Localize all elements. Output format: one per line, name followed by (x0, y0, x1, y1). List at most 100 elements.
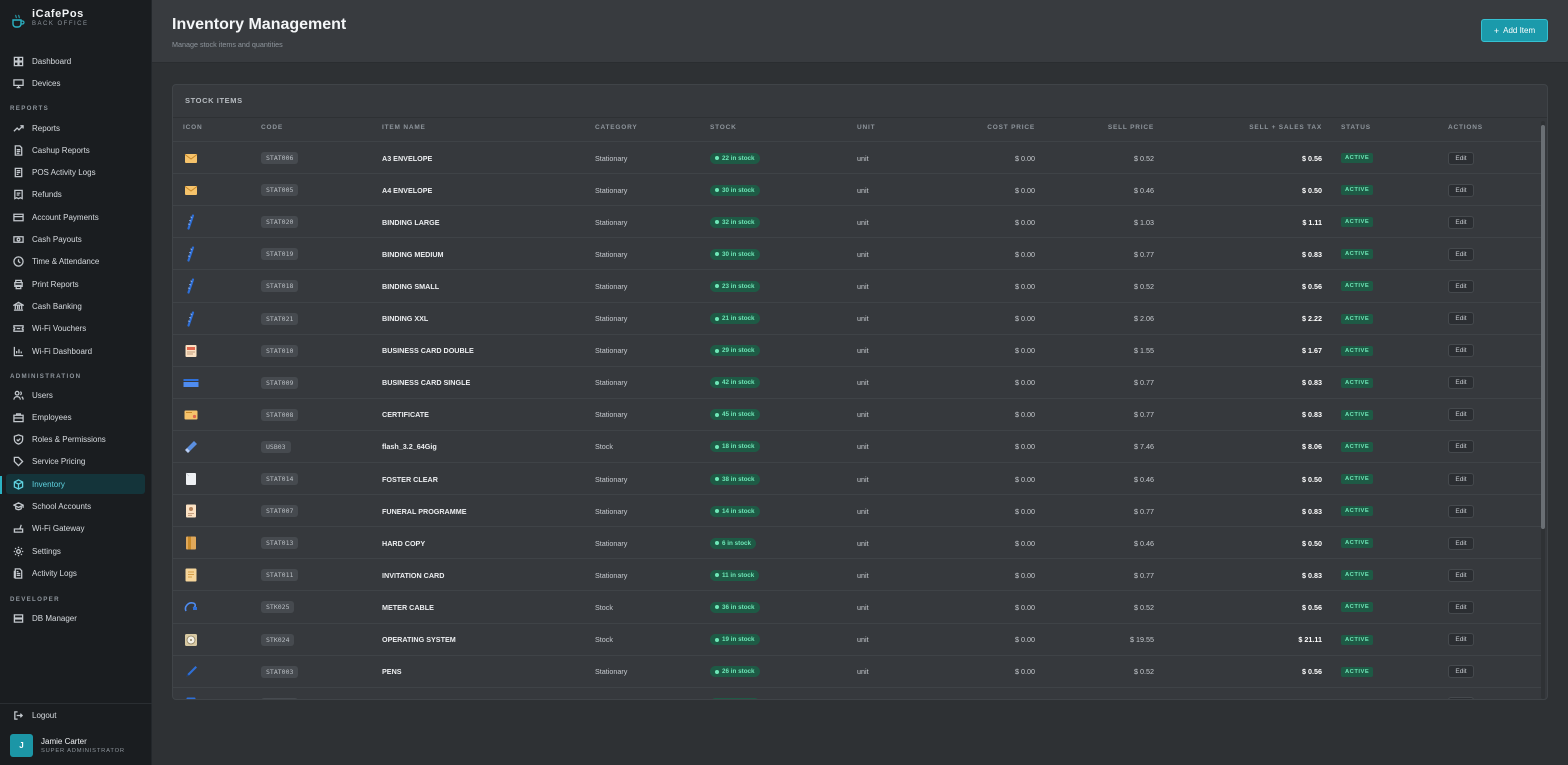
sidebar-item-school-accounts[interactable]: School Accounts (6, 497, 145, 517)
cell-unit: unit (857, 474, 869, 484)
edit-button[interactable]: Edit (1448, 344, 1474, 358)
stock-badge: 29 in stock (710, 345, 760, 357)
edit-button[interactable]: Edit (1448, 151, 1474, 165)
cell-sell-price: $ 0.77 (1134, 249, 1154, 259)
sidebar-item-wi-fi-dashboard[interactable]: Wi-Fi Dashboard (6, 341, 145, 361)
edit-button[interactable]: Edit (1448, 279, 1474, 293)
cell-actions: Edit (1448, 367, 1508, 399)
envelope-icon (183, 150, 199, 166)
sidebar-item-dashboard[interactable]: Dashboard (6, 51, 145, 71)
sidebar-item-roles-permissions[interactable]: Roles & Permissions (6, 430, 145, 450)
edit-button[interactable]: Edit (1448, 504, 1474, 518)
cell-cost-price: $ 0.00 (1015, 635, 1035, 644)
cell-code: STAT010 (261, 335, 361, 367)
sidebar-item-inventory[interactable]: Inventory (6, 474, 145, 495)
cell-icon (183, 270, 203, 302)
cell-code: STAT007 (261, 495, 361, 527)
sidebar-item-refunds[interactable]: Refunds (6, 185, 145, 205)
edit-button[interactable]: Edit (1448, 408, 1474, 422)
cell-unit: unit (857, 688, 917, 699)
stock-label: 26 in stock (722, 668, 755, 676)
sidebar-item-activity-logs[interactable]: Activity Logs (6, 563, 145, 583)
cell-item-name: INVITATION CARD (382, 570, 445, 580)
cell-stock: 23 in stock (710, 270, 850, 302)
edit-button[interactable]: Edit (1448, 536, 1474, 550)
sidebar-item-reports[interactable]: Reports (6, 118, 145, 138)
cell-icon (183, 688, 203, 699)
page-title: Inventory Management (172, 16, 347, 33)
column-header-icon: ICON (183, 124, 203, 131)
sidebar-item-cashup-reports[interactable]: Cashup Reports (6, 140, 145, 160)
column-header-actions: ACTIONS (1448, 124, 1483, 131)
edit-button[interactable]: Edit (1448, 183, 1474, 197)
cell-cost-price: $ 0.00 (1015, 249, 1035, 259)
item-code: STAT020 (261, 216, 299, 229)
edit-button[interactable]: Edit (1448, 376, 1474, 390)
sidebar-item-cash-payouts[interactable]: Cash Payouts (6, 230, 145, 250)
sidebar-item-pos-activity-logs[interactable]: POS Activity Logs (6, 163, 145, 183)
edit-button[interactable]: Edit (1448, 472, 1474, 486)
cell-status: ACTIVE (1341, 656, 1401, 688)
cell-cost-price: $ 0.00 (1015, 314, 1035, 323)
sidebar-item-print-reports[interactable]: Print Reports (6, 274, 145, 294)
cell-unit: unit (857, 314, 869, 323)
cell-stock: 36 in stock (710, 591, 850, 623)
edit-button[interactable]: Edit (1448, 633, 1474, 646)
table-row: STAT006 A3 ENVELOPE Stationary 22 in stock u… (173, 141, 1541, 173)
divider (173, 117, 1547, 118)
cell-icon (183, 591, 203, 623)
stock-label: 30 in stock (722, 250, 755, 258)
cell-category: Stationary (595, 667, 628, 677)
page-subtitle: Manage stock items and quantities (172, 40, 283, 49)
cell-sell-sales-tax: $ 8.06 (1302, 442, 1322, 452)
sidebar-item-wi-fi-gateway[interactable]: Wi-Fi Gateway (6, 519, 145, 539)
stock-label: 14 in stock (722, 507, 755, 515)
cell-code: STAT006 (261, 142, 361, 174)
sidebar-item-settings[interactable]: Settings (6, 541, 145, 561)
sidebar-item-cash-banking[interactable]: Cash Banking (6, 296, 145, 316)
edit-button[interactable]: Edit (1448, 665, 1474, 679)
stock-dot (715, 605, 719, 610)
edit-button[interactable]: Edit (1448, 697, 1474, 699)
sidebar-item-wi-fi-vouchers[interactable]: Wi-Fi Vouchers (6, 319, 145, 339)
stock-label: 29 in stock (722, 347, 755, 355)
cell-sell-price: $ 0.46 (1134, 185, 1154, 195)
sidebar-item-devices[interactable]: Devices (6, 73, 145, 93)
scrollbar-thumb[interactable] (1541, 125, 1545, 529)
cell-category: Stationary (595, 538, 628, 548)
stock-label: 18 in stock (722, 443, 755, 451)
sidebar-item-users[interactable]: Users (6, 385, 145, 405)
cell-cost-price: $ 0.00 (1015, 346, 1035, 356)
status-badge: ACTIVE (1341, 153, 1374, 163)
cell-cost-price: $ 0.00 (1015, 506, 1035, 516)
sidebar-item-account-payments[interactable]: Account Payments (6, 207, 145, 227)
brand[interactable]: iCafePos BACK OFFICE (11, 8, 89, 29)
add-item-button[interactable]: + Add Item (1481, 19, 1548, 42)
cell-status: ACTIVE (1341, 559, 1401, 591)
sidebar-item-db-manager[interactable]: DB Manager (6, 608, 145, 628)
edit-button[interactable]: Edit (1448, 247, 1474, 261)
edit-button[interactable]: Edit (1448, 312, 1474, 325)
sidebar-item-label: Wi-Fi Gateway (32, 524, 85, 534)
cell-unit: unit (857, 281, 869, 291)
table-row: STAT011 INVITATION CARD Stationary 11 in st… (173, 558, 1541, 590)
edit-button[interactable]: Edit (1448, 600, 1474, 614)
cable-icon (183, 599, 199, 615)
card-icon (13, 212, 24, 223)
status-badge: ACTIVE (1341, 698, 1374, 699)
table-row: STAT021 BINDING XXL Stationary 21 in stock u… (173, 301, 1541, 334)
sidebar-item-service-pricing[interactable]: Service Pricing (6, 452, 145, 472)
stock-badge: 11 in stock (710, 569, 760, 581)
cell-item-name: BINDING XXL (382, 314, 429, 323)
cell-icon (183, 495, 203, 527)
sidebar-item-time-attendance[interactable]: Time & Attendance (6, 252, 145, 272)
edit-button[interactable]: Edit (1448, 440, 1474, 454)
edit-button[interactable]: Edit (1448, 215, 1474, 229)
sidebar-item-label: DB Manager (32, 613, 77, 623)
sidebar-item-employees[interactable]: Employees (6, 407, 145, 427)
edit-button[interactable]: Edit (1448, 568, 1474, 582)
stock-label: 42 in stock (722, 379, 755, 387)
user-profile[interactable]: J Jamie Carter SUPER ADMINISTRATOR (10, 734, 125, 757)
table-row: STAT003 PENS Stationary 26 in stock unit $ 0.… (173, 654, 1541, 688)
cell-status: ACTIVE (1341, 624, 1401, 656)
